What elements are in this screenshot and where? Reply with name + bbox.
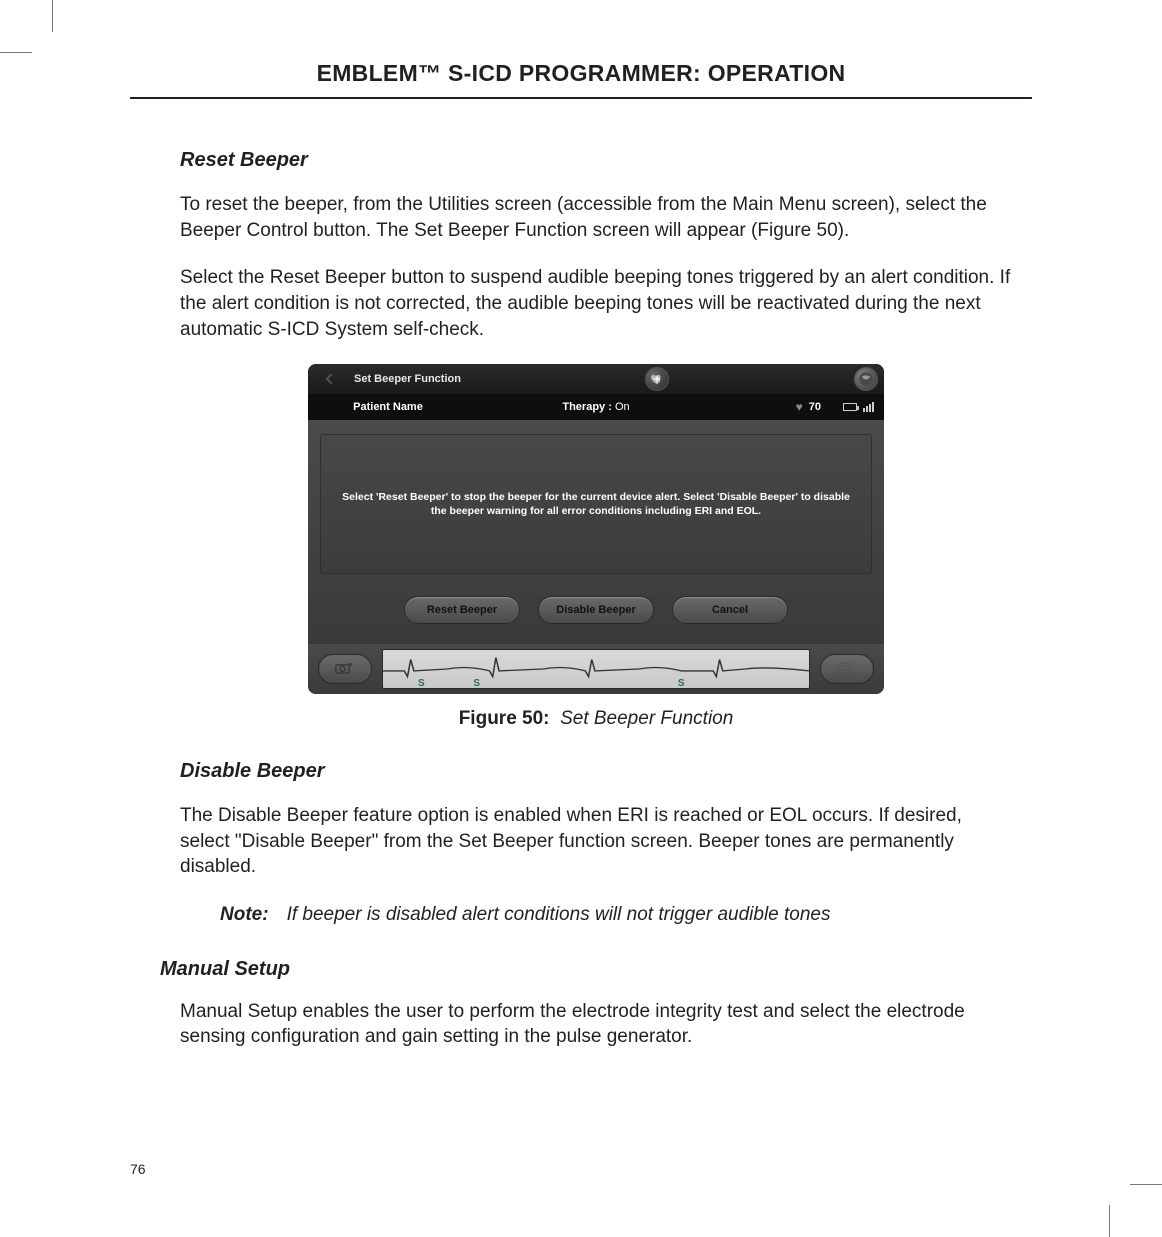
patient-name-label: Patient Name bbox=[318, 401, 458, 413]
heading-manual-setup: Manual Setup bbox=[160, 958, 1012, 981]
note-text: If beeper is disabled alert conditions w… bbox=[287, 902, 1012, 928]
ecg-strip: S S S bbox=[382, 649, 810, 689]
therapy-label: Therapy : bbox=[562, 401, 612, 413]
device-footer: S S S bbox=[308, 644, 884, 694]
reset-beeper-button[interactable]: Reset Beeper bbox=[404, 596, 520, 624]
crop-mark bbox=[1130, 1184, 1162, 1185]
heading-disable-beeper: Disable Beeper bbox=[180, 760, 1012, 783]
therapy-status: Therapy : On bbox=[458, 401, 734, 413]
menu-icon[interactable] bbox=[854, 367, 878, 391]
heart-rate-value: 70 bbox=[809, 401, 821, 413]
heading-reset-beeper: Reset Beeper bbox=[180, 149, 1012, 172]
paragraph: To reset the beeper, from the Utilities … bbox=[180, 192, 1012, 243]
crop-mark bbox=[52, 0, 53, 32]
back-icon[interactable] bbox=[314, 367, 344, 391]
capture-icon[interactable] bbox=[318, 654, 372, 684]
ecg-markers: S S S bbox=[383, 677, 809, 689]
device-screenshot: Set Beeper Function Patient Name Therapy… bbox=[308, 364, 884, 694]
paragraph: Select the Reset Beeper button to suspen… bbox=[180, 265, 1012, 342]
s-marker: S bbox=[678, 678, 685, 689]
screen-title: Set Beeper Function bbox=[354, 373, 461, 385]
device-status-bar: Patient Name Therapy : On ♥ 70 bbox=[308, 394, 884, 420]
cancel-button[interactable]: Cancel bbox=[672, 596, 788, 624]
note-block: Note: If beeper is disabled alert condit… bbox=[220, 902, 1012, 928]
page-number: 76 bbox=[130, 1161, 146, 1177]
page-header: EMBLEM™ S-ICD PROGRAMMER: OPERATION bbox=[130, 60, 1032, 97]
crop-mark bbox=[1109, 1205, 1110, 1237]
s-marker: S bbox=[418, 678, 425, 689]
crop-mark bbox=[0, 52, 32, 53]
instruction-text: Select 'Reset Beeper' to stop the beeper… bbox=[320, 434, 872, 574]
therapy-value: On bbox=[615, 401, 630, 413]
paragraph: Manual Setup enables the user to perform… bbox=[180, 999, 1012, 1050]
disable-beeper-button[interactable]: Disable Beeper bbox=[538, 596, 654, 624]
figure-label: Figure 50: bbox=[459, 708, 550, 729]
heart-icon: ♥ bbox=[796, 400, 803, 414]
battery-icon bbox=[843, 403, 857, 411]
header-divider bbox=[130, 97, 1032, 99]
figure-caption-text: Set Beeper Function bbox=[560, 708, 733, 729]
signal-icon bbox=[863, 402, 874, 412]
device-main-panel: Select 'Reset Beeper' to stop the beeper… bbox=[308, 420, 884, 644]
s-marker: S bbox=[473, 678, 480, 689]
device-titlebar: Set Beeper Function bbox=[308, 364, 884, 394]
paragraph: The Disable Beeper feature option is ena… bbox=[180, 803, 1012, 880]
rescue-shock-icon[interactable] bbox=[645, 367, 669, 391]
figure-caption: Figure 50: Set Beeper Function bbox=[180, 708, 1012, 730]
note-label: Note: bbox=[220, 902, 269, 928]
print-icon[interactable] bbox=[820, 654, 874, 684]
